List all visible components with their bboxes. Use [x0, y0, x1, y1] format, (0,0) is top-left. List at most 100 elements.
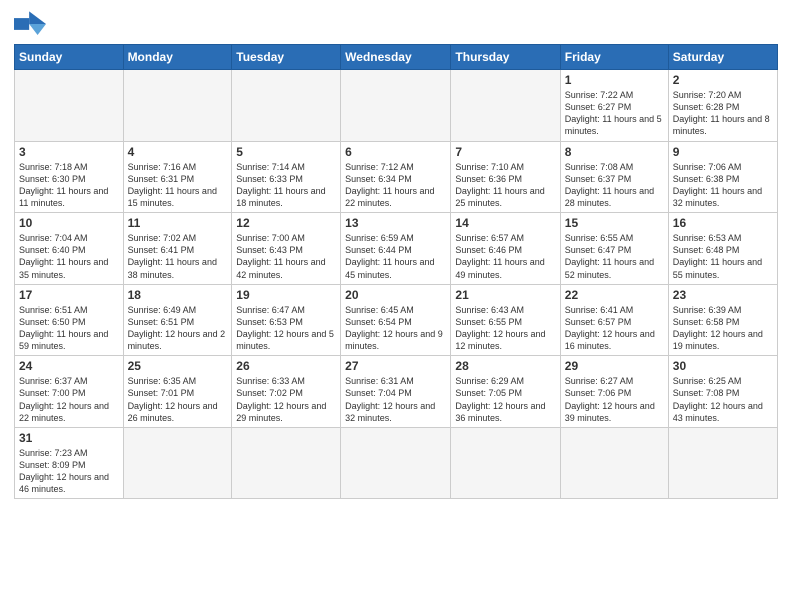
day-info: Sunrise: 6:27 AM Sunset: 7:06 PM Dayligh…: [565, 375, 664, 424]
day-number: 26: [236, 359, 336, 373]
calendar-cell: 11 Sunrise: 7:02 AM Sunset: 6:41 PM Dayli…: [123, 213, 232, 285]
day-info: Sunrise: 6:47 AM Sunset: 6:53 PM Dayligh…: [236, 304, 336, 353]
calendar-cell: 6Sunrise: 7:12 AM Sunset: 6:34 PM Daylig…: [341, 141, 451, 213]
calendar-cell: 18 Sunrise: 6:49 AM Sunset: 6:51 PM Dayli…: [123, 284, 232, 356]
calendar-cell: 20Sunrise: 6:45 AM Sunset: 6:54 PM Dayli…: [341, 284, 451, 356]
day-number: 17: [19, 288, 119, 302]
calendar-cell: 26 Sunrise: 6:33 AM Sunset: 7:02 PM Dayli…: [232, 356, 341, 428]
week-row-6: 31 Sunrise: 7:23 AM Sunset: 8:09 PM Dayli…: [15, 427, 778, 499]
day-info: Sunrise: 6:25 AM Sunset: 7:08 PM Dayligh…: [673, 375, 773, 424]
day-info: Sunrise: 6:57 AM Sunset: 6:46 PM Dayligh…: [455, 232, 555, 281]
calendar-cell: [560, 427, 668, 499]
day-number: 27: [345, 359, 446, 373]
calendar-cell: 23 Sunrise: 6:39 AM Sunset: 6:58 PM Dayli…: [668, 284, 777, 356]
day-number: 1: [565, 73, 664, 87]
day-number: 8: [565, 145, 664, 159]
day-info: Sunrise: 7:14 AM Sunset: 6:33 PM Dayligh…: [236, 161, 336, 210]
calendar-cell: 16Sunrise: 6:53 AM Sunset: 6:48 PM Dayli…: [668, 213, 777, 285]
day-number: 29: [565, 359, 664, 373]
calendar-cell: 10 Sunrise: 7:04 AM Sunset: 6:40 PM Dayli…: [15, 213, 124, 285]
header: [14, 10, 778, 38]
day-info: Sunrise: 6:55 AM Sunset: 6:47 PM Dayligh…: [565, 232, 664, 281]
day-number: 7: [455, 145, 555, 159]
week-row-4: 17 Sunrise: 6:51 AM Sunset: 6:50 PM Dayli…: [15, 284, 778, 356]
calendar-cell: 3Sunrise: 7:18 AM Sunset: 6:30 PM Daylig…: [15, 141, 124, 213]
calendar-cell: 12Sunrise: 7:00 AM Sunset: 6:43 PM Dayli…: [232, 213, 341, 285]
day-info: Sunrise: 6:31 AM Sunset: 7:04 PM Dayligh…: [345, 375, 446, 424]
weekday-header-wednesday: Wednesday: [341, 45, 451, 70]
day-info: Sunrise: 7:02 AM Sunset: 6:41 PM Dayligh…: [128, 232, 228, 281]
calendar-cell: 7 Sunrise: 7:10 AM Sunset: 6:36 PM Daylig…: [451, 141, 560, 213]
calendar-cell: 4 Sunrise: 7:16 AM Sunset: 6:31 PM Daylig…: [123, 141, 232, 213]
day-number: 4: [128, 145, 228, 159]
calendar-cell: 24 Sunrise: 6:37 AM Sunset: 7:00 PM Dayli…: [15, 356, 124, 428]
calendar-cell: [341, 427, 451, 499]
day-info: Sunrise: 7:06 AM Sunset: 6:38 PM Dayligh…: [673, 161, 773, 210]
calendar-cell: 22 Sunrise: 6:41 AM Sunset: 6:57 PM Dayli…: [560, 284, 668, 356]
day-info: Sunrise: 6:51 AM Sunset: 6:50 PM Dayligh…: [19, 304, 119, 353]
page: SundayMondayTuesdayWednesdayThursdayFrid…: [0, 0, 792, 509]
calendar-cell: [341, 70, 451, 142]
day-number: 14: [455, 216, 555, 230]
calendar-cell: [123, 70, 232, 142]
calendar-cell: 13 Sunrise: 6:59 AM Sunset: 6:44 PM Dayli…: [341, 213, 451, 285]
day-number: 25: [128, 359, 228, 373]
weekday-header-thursday: Thursday: [451, 45, 560, 70]
day-info: Sunrise: 6:43 AM Sunset: 6:55 PM Dayligh…: [455, 304, 555, 353]
calendar-cell: 15 Sunrise: 6:55 AM Sunset: 6:47 PM Dayli…: [560, 213, 668, 285]
day-info: Sunrise: 6:37 AM Sunset: 7:00 PM Dayligh…: [19, 375, 119, 424]
day-info: Sunrise: 7:16 AM Sunset: 6:31 PM Dayligh…: [128, 161, 228, 210]
day-number: 28: [455, 359, 555, 373]
day-info: Sunrise: 6:33 AM Sunset: 7:02 PM Dayligh…: [236, 375, 336, 424]
calendar-cell: 2Sunrise: 7:20 AM Sunset: 6:28 PM Daylig…: [668, 70, 777, 142]
calendar-cell: 5 Sunrise: 7:14 AM Sunset: 6:33 PM Daylig…: [232, 141, 341, 213]
calendar-cell: 31 Sunrise: 7:23 AM Sunset: 8:09 PM Dayli…: [15, 427, 124, 499]
day-number: 23: [673, 288, 773, 302]
day-info: Sunrise: 6:35 AM Sunset: 7:01 PM Dayligh…: [128, 375, 228, 424]
weekday-header-saturday: Saturday: [668, 45, 777, 70]
day-number: 21: [455, 288, 555, 302]
calendar-table: SundayMondayTuesdayWednesdayThursdayFrid…: [14, 44, 778, 499]
day-number: 20: [345, 288, 446, 302]
weekday-header-row: SundayMondayTuesdayWednesdayThursdayFrid…: [15, 45, 778, 70]
day-info: Sunrise: 7:20 AM Sunset: 6:28 PM Dayligh…: [673, 89, 773, 138]
calendar-cell: 1 Sunrise: 7:22 AM Sunset: 6:27 PM Daylig…: [560, 70, 668, 142]
generalblue-logo-icon: [14, 10, 46, 38]
day-number: 10: [19, 216, 119, 230]
day-number: 24: [19, 359, 119, 373]
day-number: 18: [128, 288, 228, 302]
calendar-cell: 19 Sunrise: 6:47 AM Sunset: 6:53 PM Dayli…: [232, 284, 341, 356]
calendar-cell: [232, 70, 341, 142]
day-number: 19: [236, 288, 336, 302]
weekday-header-monday: Monday: [123, 45, 232, 70]
calendar-cell: 9Sunrise: 7:06 AM Sunset: 6:38 PM Daylig…: [668, 141, 777, 213]
day-number: 31: [19, 431, 119, 445]
day-number: 5: [236, 145, 336, 159]
calendar-cell: 28Sunrise: 6:29 AM Sunset: 7:05 PM Dayli…: [451, 356, 560, 428]
day-info: Sunrise: 7:23 AM Sunset: 8:09 PM Dayligh…: [19, 447, 119, 496]
calendar-cell: 30Sunrise: 6:25 AM Sunset: 7:08 PM Dayli…: [668, 356, 777, 428]
day-info: Sunrise: 7:10 AM Sunset: 6:36 PM Dayligh…: [455, 161, 555, 210]
weekday-header-sunday: Sunday: [15, 45, 124, 70]
calendar-cell: 21 Sunrise: 6:43 AM Sunset: 6:55 PM Dayli…: [451, 284, 560, 356]
day-number: 13: [345, 216, 446, 230]
day-info: Sunrise: 7:22 AM Sunset: 6:27 PM Dayligh…: [565, 89, 664, 138]
day-info: Sunrise: 6:41 AM Sunset: 6:57 PM Dayligh…: [565, 304, 664, 353]
weekday-header-friday: Friday: [560, 45, 668, 70]
calendar-cell: 25 Sunrise: 6:35 AM Sunset: 7:01 PM Dayli…: [123, 356, 232, 428]
day-info: Sunrise: 7:18 AM Sunset: 6:30 PM Dayligh…: [19, 161, 119, 210]
calendar-cell: 27 Sunrise: 6:31 AM Sunset: 7:04 PM Dayli…: [341, 356, 451, 428]
day-number: 16: [673, 216, 773, 230]
calendar-cell: [451, 70, 560, 142]
day-number: 11: [128, 216, 228, 230]
calendar-cell: [451, 427, 560, 499]
day-number: 22: [565, 288, 664, 302]
day-number: 15: [565, 216, 664, 230]
calendar-cell: [232, 427, 341, 499]
day-info: Sunrise: 6:49 AM Sunset: 6:51 PM Dayligh…: [128, 304, 228, 353]
calendar-cell: 17 Sunrise: 6:51 AM Sunset: 6:50 PM Dayli…: [15, 284, 124, 356]
day-info: Sunrise: 6:39 AM Sunset: 6:58 PM Dayligh…: [673, 304, 773, 353]
calendar-cell: 14 Sunrise: 6:57 AM Sunset: 6:46 PM Dayli…: [451, 213, 560, 285]
day-info: Sunrise: 6:59 AM Sunset: 6:44 PM Dayligh…: [345, 232, 446, 281]
day-info: Sunrise: 7:04 AM Sunset: 6:40 PM Dayligh…: [19, 232, 119, 281]
